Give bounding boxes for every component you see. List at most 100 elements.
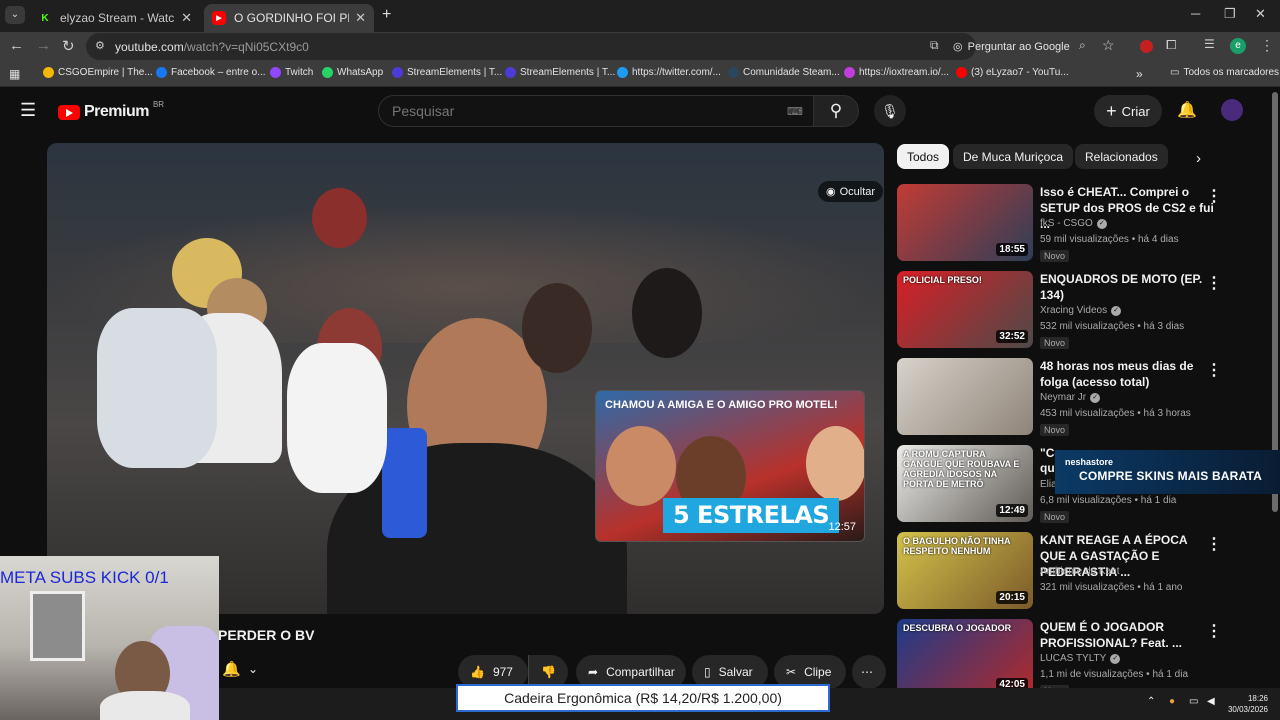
video-title-link[interactable]: ENQUADROS DE MOTO (EP. 134) bbox=[1040, 271, 1216, 303]
close-tab-icon[interactable]: ✕ bbox=[181, 10, 192, 26]
chips-next-icon[interactable]: › bbox=[1196, 150, 1201, 167]
bookmark-item[interactable]: StreamElements | T... bbox=[505, 67, 615, 78]
endscreen-video-card[interactable]: CHAMOU A AMIGA E O AMIGO PRO MOTEL! 5 ES… bbox=[595, 390, 865, 542]
site-info-icon[interactable]: ⚙ bbox=[95, 39, 105, 52]
apps-grid-icon[interactable]: ▦ bbox=[9, 67, 20, 81]
youtube-premium-logo[interactable]: Premium BR bbox=[58, 100, 164, 121]
bookmark-item[interactable]: StreamElements | T... bbox=[392, 67, 502, 78]
more-actions-button[interactable]: ⋯ bbox=[852, 655, 886, 689]
tab-search-button[interactable]: ⌄ bbox=[5, 6, 25, 24]
bookmark-item[interactable]: Twitch bbox=[270, 67, 313, 78]
channel-name[interactable]: LUCAS TYLTY ✓ bbox=[1040, 653, 1121, 664]
zoom-icon[interactable]: ⌕ bbox=[1079, 38, 1086, 53]
page-scrollbar[interactable] bbox=[1272, 92, 1278, 512]
recommended-video[interactable]: 18:55 Isso é CHEAT... Comprei o SETUP dos… bbox=[897, 184, 1257, 262]
minimize-icon[interactable]: ─ bbox=[1191, 6, 1200, 21]
more-options-icon[interactable]: ⋮ bbox=[1206, 186, 1222, 206]
bookmark-item[interactable]: CSGOEmpire | The... bbox=[43, 67, 153, 78]
ask-google-label: Perguntar ao Google bbox=[967, 40, 1070, 53]
endcard-person bbox=[606, 426, 676, 506]
tray-chevron-icon[interactable]: ⌃ bbox=[1147, 696, 1155, 707]
hamburger-menu-icon[interactable]: ☰ bbox=[20, 100, 36, 121]
bookmark-label: Facebook – entre o... bbox=[171, 67, 266, 78]
address-bar[interactable]: ⚙ youtube.com/watch?v=qNi05CXt9c0 ⧉ bbox=[86, 33, 976, 60]
filter-chip[interactable]: De Muca Muriçoca bbox=[953, 144, 1074, 169]
tray-mic-icon[interactable]: ● bbox=[1169, 696, 1175, 707]
all-bookmarks[interactable]: ▭ Todos os marcadores bbox=[1170, 67, 1279, 78]
maximize-icon[interactable]: ❐ bbox=[1224, 6, 1236, 22]
filter-chip[interactable]: Todos bbox=[897, 144, 950, 169]
voice-search-button[interactable]: 🎙 bbox=[874, 95, 906, 127]
search-input[interactable] bbox=[378, 95, 814, 127]
forward-icon[interactable]: → bbox=[36, 37, 51, 54]
bookmark-item[interactable]: https://ioxtream.io/... bbox=[844, 67, 949, 78]
new-badge: Novo bbox=[1040, 337, 1070, 349]
new-badge: Novo bbox=[1040, 511, 1070, 523]
thumbnail-text: O BAGULHO NÃO TINHA RESPEITO NENHUM bbox=[903, 536, 1011, 556]
hide-button[interactable]: ◉ Ocultar bbox=[818, 181, 884, 202]
extension-red-icon[interactable] bbox=[1140, 40, 1153, 53]
bookmark-item[interactable]: WhatsApp bbox=[322, 67, 383, 78]
video-thumbnail[interactable]: A ROMU CAPTURA GANGUE QUE ROUBAVA E AGRE… bbox=[897, 445, 1033, 522]
more-options-icon[interactable]: ⋮ bbox=[1206, 360, 1222, 380]
url-text[interactable]: youtube.com/watch?v=qNi05CXt9c0 bbox=[115, 40, 309, 54]
new-tab-button[interactable]: + bbox=[382, 6, 391, 24]
like-count: 977 bbox=[492, 665, 513, 679]
recommended-video[interactable]: DESCUBRA O JOGADOR 42:05 QUEM É O JOGADOR … bbox=[897, 619, 1257, 697]
channel-name[interactable]: Ambiente de Kant bbox=[1040, 566, 1120, 577]
taskbar-clock[interactable]: 18:26 30/03/2026 bbox=[1228, 693, 1268, 715]
thumbs-down-icon: 👎 bbox=[541, 665, 556, 679]
create-button[interactable]: + Criar bbox=[1094, 95, 1162, 127]
bookmark-item[interactable]: (3) eLyzao7 - YouTu... bbox=[956, 67, 1069, 78]
video-thumbnail[interactable] bbox=[897, 358, 1033, 435]
browser-menu-icon[interactable]: ⋮ bbox=[1260, 37, 1274, 54]
video-player[interactable]: ◉ Ocultar CHAMOU A AMIGA E O AMIGO PRO MO… bbox=[47, 143, 884, 614]
video-title-link[interactable]: 48 horas nos meus dias de folga (acesso … bbox=[1040, 358, 1216, 390]
recommended-video[interactable]: O BAGULHO NÃO TINHA RESPEITO NENHUM 20:15… bbox=[897, 532, 1257, 610]
bookmark-item[interactable]: https://twitter.com/... bbox=[617, 67, 721, 78]
bookmark-item[interactable]: Facebook – entre o... bbox=[156, 67, 266, 78]
recommended-video[interactable]: 48 horas nos meus dias de folga (acesso … bbox=[897, 358, 1257, 436]
close-window-icon[interactable]: ✕ bbox=[1255, 6, 1266, 22]
account-avatar[interactable] bbox=[1221, 99, 1243, 121]
bookmark-star-icon[interactable]: ☆ bbox=[1102, 37, 1115, 54]
tab-youtube[interactable]: ▶ O GORDINHO FOI PRA PERDER O BV ✕ bbox=[204, 4, 374, 32]
ad-text: COMPRE SKINS MAIS BARATA bbox=[1079, 469, 1263, 483]
tab-title: O GORDINHO FOI PRA PERDER O BV bbox=[234, 11, 349, 25]
channel-name[interactable]: fkS - CSGO ✓ bbox=[1040, 218, 1107, 229]
filter-chip[interactable]: Relacionados bbox=[1075, 144, 1168, 169]
ask-google-button[interactable]: ◎ Perguntar ao Google bbox=[953, 40, 1070, 54]
profile-avatar[interactable]: e bbox=[1230, 38, 1246, 54]
notifications-bell-icon[interactable]: 🔔 bbox=[1177, 100, 1197, 120]
chevron-down-icon[interactable]: ⌄ bbox=[248, 662, 258, 676]
tray-volume-icon[interactable]: ◀ bbox=[1207, 696, 1215, 707]
more-options-icon[interactable]: ⋮ bbox=[1206, 621, 1222, 641]
tray-network-icon[interactable]: ▭ bbox=[1189, 696, 1198, 707]
back-icon[interactable]: ← bbox=[9, 37, 24, 54]
channel-name[interactable]: Neymar Jr ✓ bbox=[1040, 392, 1101, 403]
close-tab-icon[interactable]: ✕ bbox=[355, 10, 366, 26]
create-label: Criar bbox=[1121, 103, 1150, 119]
keyboard-icon[interactable]: ⌨ bbox=[787, 105, 803, 118]
recommended-video[interactable]: POLICIAL PRESO! 32:52 ENQUADROS DE MOTO (E… bbox=[897, 271, 1257, 349]
cast-icon[interactable]: ⧉ bbox=[930, 38, 939, 53]
skin-store-ad-overlay: neshastore COMPRE SKINS MAIS BARATA bbox=[1055, 450, 1280, 494]
more-bookmarks-icon[interactable]: » bbox=[1136, 67, 1143, 81]
video-title-link[interactable]: QUEM É O JOGADOR PROFISSIONAL? Feat. ... bbox=[1040, 619, 1216, 651]
video-thumbnail[interactable]: O BAGULHO NÃO TINHA RESPEITO NENHUM 20:15 bbox=[897, 532, 1033, 609]
reload-icon[interactable]: ↻ bbox=[62, 37, 75, 55]
tab-kick[interactable]: K elyzao Stream - Watch Live on Kick ✕ bbox=[30, 4, 200, 32]
video-thumbnail[interactable]: POLICIAL PRESO! 32:52 bbox=[897, 271, 1033, 348]
extensions-puzzle-icon[interactable]: ⧠ bbox=[1166, 37, 1176, 53]
more-options-icon[interactable]: ⋮ bbox=[1206, 273, 1222, 293]
search-button[interactable]: ⚲ bbox=[813, 95, 859, 127]
subscribe-bell-icon[interactable]: 🔔 bbox=[222, 660, 241, 678]
channel-name[interactable]: Xracing Videos ✓ bbox=[1040, 305, 1122, 316]
video-thumbnail[interactable]: DESCUBRA O JOGADOR 42:05 bbox=[897, 619, 1033, 696]
webcam-person bbox=[100, 691, 190, 720]
more-options-icon[interactable]: ⋮ bbox=[1206, 534, 1222, 554]
video-thumbnail[interactable]: 18:55 bbox=[897, 184, 1033, 261]
bookmark-item[interactable]: Comunidade Steam... bbox=[728, 67, 840, 78]
media-controls-icon[interactable]: ☰ bbox=[1204, 37, 1215, 51]
channel-label: Xracing Videos bbox=[1040, 305, 1108, 316]
